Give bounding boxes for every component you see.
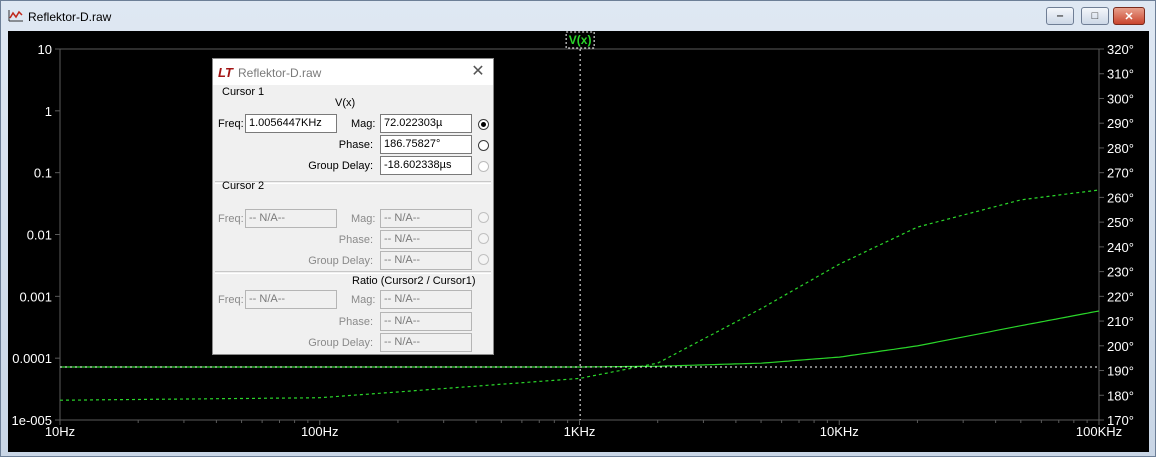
ratio-group-delay-label: Group Delay: (308, 337, 373, 349)
cursor1-trace: V(x) (335, 97, 356, 109)
cursor2-phase-radio[interactable] (478, 233, 489, 244)
cursor1-freq-label: Freq: (218, 118, 244, 130)
y2-tick-label: 240° (1107, 240, 1134, 255)
dialog-close-icon[interactable]: ✕ (470, 64, 486, 80)
y2-tick-label: 180° (1107, 388, 1134, 403)
x-tick-label: 1KHz (564, 424, 596, 439)
cursor1-group-delay-radio[interactable] (478, 161, 489, 172)
ratio-mag-field[interactable]: -- N/A-- (380, 290, 472, 309)
y2-tick-label: 310° (1107, 67, 1134, 82)
y2-tick-label: 270° (1107, 166, 1134, 181)
cursor2-mag-field[interactable]: -- N/A-- (380, 209, 472, 228)
cursor1-mag-field[interactable]: 72.022303µ (380, 114, 472, 133)
ratio-freq-label: Freq: (218, 294, 244, 306)
y2-tick-label: 230° (1107, 265, 1134, 280)
title-bar[interactable]: Reflektor-D.raw ‒ □ ✕ (1, 1, 1155, 31)
cursor1-header: Cursor 1 (222, 86, 265, 98)
y2-tick-label: 200° (1107, 339, 1134, 354)
y2-tick-label: 280° (1107, 141, 1134, 156)
ltspice-logo: LT (218, 65, 233, 80)
window-title: Reflektor-D.raw (28, 10, 112, 24)
cursor2-header: Cursor 2 (222, 180, 265, 192)
y-tick-label: 0.0001 (12, 351, 52, 366)
y2-tick-label: 220° (1107, 289, 1134, 304)
cursor1-phase-label: Phase: (338, 139, 373, 151)
x-tick-label: 10KHz (820, 424, 859, 439)
y-tick-label: 1 (45, 104, 52, 119)
cursor2-group-delay-field[interactable]: -- N/A-- (380, 251, 472, 270)
cursor1-freq-field[interactable]: 1.0056447KHz (245, 114, 337, 133)
cursor2-freq-field[interactable]: -- N/A-- (245, 209, 337, 228)
plot-area[interactable]: 10Hz 100Hz 1KHz 10KHz 100KHz 10 1 0.1 0.01 0.001 0… (8, 31, 1149, 452)
bode-plot[interactable]: 10Hz 100Hz 1KHz 10KHz 100KHz1010.10.010.0010… (8, 31, 1149, 452)
ratio-header: Ratio (Cursor2 / Cursor1) (352, 275, 476, 287)
close-button[interactable]: ✕ (1113, 7, 1145, 25)
ratio-freq-field[interactable]: -- N/A-- (245, 290, 337, 309)
y2-tick-label: 320° (1107, 42, 1134, 57)
cursor2-mag-radio[interactable] (478, 212, 489, 223)
ratio-phase-label: Phase: (338, 316, 373, 328)
trace-label: V(x) (569, 33, 592, 47)
y-tick-label: 0.1 (34, 166, 52, 181)
y2-tick-label: 250° (1107, 215, 1134, 230)
cursor1-group-delay-label: Group Delay: (308, 160, 373, 172)
dialog-title: Reflektor-D.raw (238, 66, 322, 80)
waveform-icon (8, 10, 23, 22)
minimize-icon: ‒ (1056, 10, 1064, 22)
y2-tick-label: 190° (1107, 364, 1134, 379)
cursor1-mag-radio[interactable] (478, 119, 489, 130)
separator (215, 271, 491, 274)
cursor1-phase-radio[interactable] (478, 140, 489, 151)
main-window: Reflektor-D.raw ‒ □ ✕ 10Hz 100Hz 1KHz 10KHz… (0, 0, 1156, 457)
ratio-mag-label: Mag: (351, 294, 376, 306)
ratio-group-delay-field[interactable]: -- N/A-- (380, 333, 472, 352)
y-tick-label: 10 (38, 42, 52, 57)
ratio-phase-field[interactable]: -- N/A-- (380, 312, 472, 331)
y2-tick-label: 290° (1107, 116, 1134, 131)
y2-tick-label: 260° (1107, 190, 1134, 205)
y2-tick-label: 170° (1107, 413, 1134, 428)
cursor2-mag-label: Mag: (351, 213, 376, 225)
y-tick-label: 1e-005 (12, 413, 52, 428)
cursor2-group-delay-label: Group Delay: (308, 255, 373, 267)
cursor1-group-delay-field[interactable]: -18.602338µs (380, 156, 472, 175)
maximize-button[interactable]: □ (1081, 7, 1109, 25)
x-tick-label: 100Hz (301, 424, 339, 439)
y-tick-label: 0.01 (27, 228, 52, 243)
cursor2-phase-field[interactable]: -- N/A-- (380, 230, 472, 249)
cursor2-phase-label: Phase: (338, 234, 373, 246)
cursor1-phase-field[interactable]: 186.75827° (380, 135, 472, 154)
y2-tick-label: 210° (1107, 314, 1134, 329)
close-icon: ✕ (1124, 10, 1134, 23)
y-tick-label: 0.001 (19, 289, 52, 304)
dialog-title-bar[interactable]: LT Reflektor-D.raw ✕ (213, 59, 493, 85)
maximize-icon: □ (1091, 10, 1099, 22)
cursor-dialog[interactable]: LT Reflektor-D.raw ✕ Cursor 1 V(x) Freq:… (212, 58, 494, 355)
minimize-button[interactable]: ‒ (1046, 7, 1074, 25)
cursor2-group-delay-radio[interactable] (478, 254, 489, 265)
cursor1-mag-label: Mag: (351, 118, 376, 130)
y2-tick-label: 300° (1107, 91, 1134, 106)
cursor2-freq-label: Freq: (218, 213, 244, 225)
